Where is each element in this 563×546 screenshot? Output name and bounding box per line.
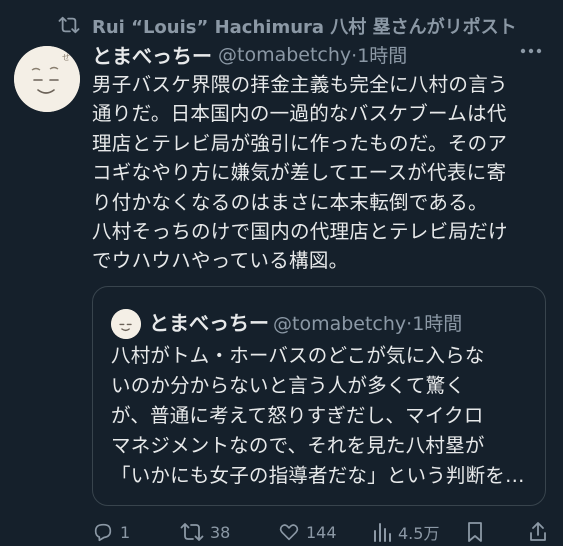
avatar-face-icon: せ (14, 46, 80, 112)
quoted-handle: @tomabetchy (273, 313, 407, 335)
quoted-text: 八村がトム・ホーバスのどこが気に入らな いのか分からないと言う人が多くて驚く が… (111, 344, 525, 487)
repost-label[interactable]: Rui “Louis” Hachimura 八村 塁さんがリポスト (92, 13, 517, 39)
reply-count: 1 (120, 522, 131, 542)
reply-button[interactable]: 1 (92, 518, 130, 546)
quoted-display-name: とまべっちー (149, 311, 269, 335)
quoted-tweet[interactable]: とまべっちー @tomabetchy·1時間 八村がトム・ホーバスのどこが気に入ら… (92, 286, 546, 506)
repost-context[interactable]: Rui “Louis” Hachimura 八村 塁さんがリポスト (0, 10, 563, 40)
tweet-text: 男子バスケ界隈の拝金主義も完全に八村の言う 通りだ。日本国内の一過的なバスケブー… (92, 73, 508, 273)
action-bar: 1 38 144 4.5万 (92, 518, 552, 546)
repost-count: 38 (210, 522, 231, 542)
more-icon[interactable] (520, 48, 542, 54)
like-button[interactable]: 144 (278, 518, 337, 546)
tweet-header: とまべっちー @tomabetchy·1時間 (92, 40, 542, 72)
views-icon (374, 523, 391, 542)
quoted-avatar (111, 309, 141, 339)
repost-button[interactable]: 38 (180, 518, 230, 546)
bookmark-icon (468, 522, 482, 542)
display-name[interactable]: とまべっちー (92, 44, 212, 68)
share-button[interactable] (528, 518, 548, 546)
repost-icon (180, 523, 204, 541)
share-icon (530, 522, 546, 541)
handle[interactable]: @tomabetchy (218, 44, 351, 66)
quoted-header: とまべっちー @tomabetchy·1時間 (149, 307, 462, 336)
repost-icon (58, 16, 80, 34)
bookmark-button[interactable] (466, 518, 484, 546)
timestamp[interactable]: ·1時間 (351, 45, 407, 67)
quoted-timestamp: ·1時間 (406, 313, 463, 335)
avatar[interactable]: せ (14, 46, 80, 112)
svg-text:せ: せ (62, 53, 70, 62)
like-count: 144 (306, 522, 337, 542)
like-icon (279, 524, 299, 541)
views-count: 4.5万 (398, 524, 440, 543)
reply-icon (94, 523, 112, 542)
views-button[interactable]: 4.5万 (372, 518, 439, 546)
avatar-face-icon (111, 309, 141, 339)
